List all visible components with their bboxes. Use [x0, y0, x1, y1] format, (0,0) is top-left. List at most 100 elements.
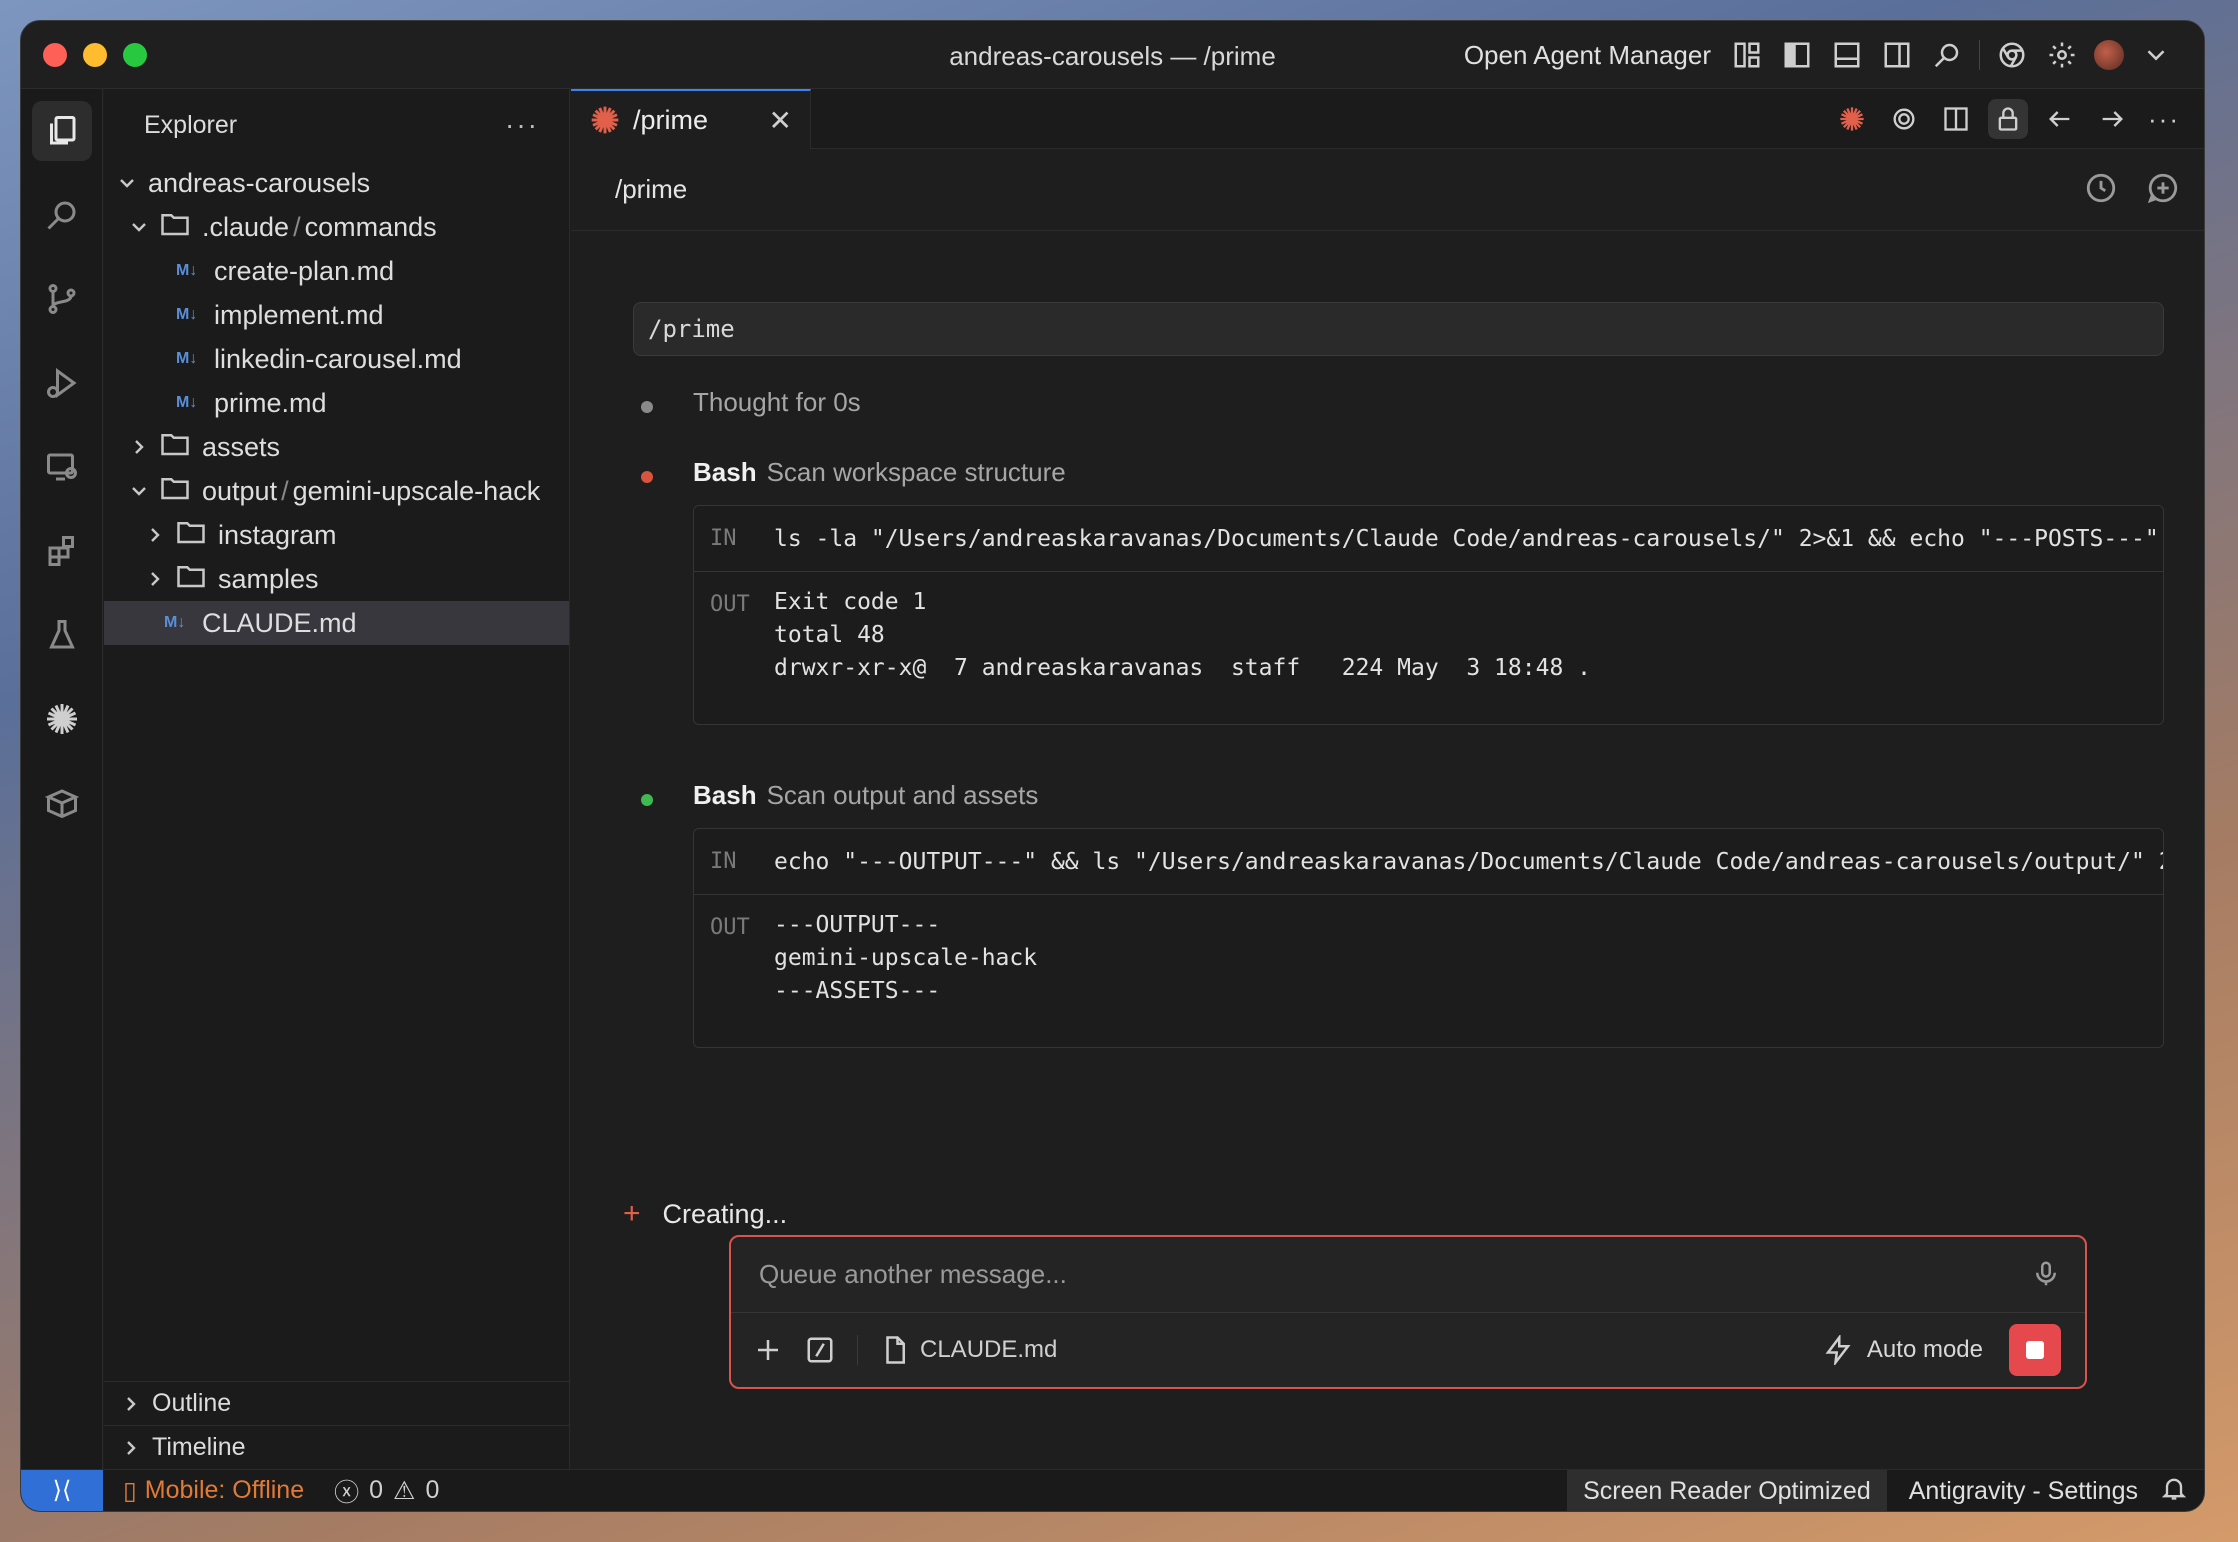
more-actions-icon[interactable]: ··· — [2144, 99, 2184, 139]
tree-file[interactable]: M↓ prime.md — [104, 381, 569, 425]
file-label: prime.md — [214, 387, 327, 418]
file-label: CLAUDE.md — [202, 607, 357, 638]
tree-root[interactable]: andreas-carousels — [104, 161, 569, 205]
title-bar: andreas-carousels — /prime Open Agent Ma… — [21, 21, 2204, 89]
tree-folder[interactable]: samples — [104, 557, 569, 601]
explorer-more-button[interactable]: ··· — [505, 109, 539, 141]
microphone-icon[interactable] — [2031, 1259, 2061, 1296]
tree-folder[interactable]: output / gemini-upscale-hack — [104, 469, 569, 513]
mobile-status[interactable]: ▯ Mobile: Offline — [123, 1476, 304, 1506]
stop-button[interactable] — [2009, 1324, 2061, 1376]
arrow-left-icon[interactable] — [2040, 99, 2080, 139]
thought-step: Thought for 0s — [611, 387, 2164, 427]
folder-label: samples — [218, 563, 319, 594]
markdown-icon: M↓ — [176, 306, 198, 323]
remote-indicator[interactable]: ⟩⟨ — [21, 1469, 103, 1511]
status-text: Creating... — [662, 1198, 788, 1229]
tool-input: IN ls -la "/Users/andreaskaravanas/Docum… — [694, 506, 2163, 572]
tool-input: IN echo "---OUTPUT---" && ls "/Users/and… — [694, 829, 2163, 895]
tree-file[interactable]: M↓ implement.md — [104, 293, 569, 337]
chevron-down-icon — [112, 173, 142, 193]
thought-label[interactable]: Thought for 0s — [693, 387, 861, 418]
status-dot — [641, 401, 653, 413]
explorer-activity-button[interactable] — [21, 89, 103, 173]
toggle-panel-icon[interactable] — [1829, 37, 1865, 73]
spinner-icon: + — [623, 1197, 641, 1230]
chevron-down-icon[interactable] — [2138, 37, 2174, 73]
toggle-secondary-sidebar-icon[interactable] — [1879, 37, 1915, 73]
slash-command-icon[interactable] — [805, 1335, 835, 1365]
new-chat-icon[interactable] — [2146, 171, 2180, 205]
extensions-activity-button[interactable] — [21, 509, 103, 593]
claude-activity-button[interactable] — [21, 677, 103, 761]
claude-burst-icon — [591, 106, 619, 134]
folder-assets-icon — [160, 431, 190, 464]
toggle-primary-sidebar-icon[interactable] — [1779, 37, 1815, 73]
explorer-header: Explorer ··· — [104, 89, 569, 161]
tool-header[interactable]: Bash Scan output and assets — [693, 780, 1038, 811]
tool-header[interactable]: Bash Scan workspace structure — [693, 457, 1066, 488]
run-debug-activity-button[interactable] — [21, 341, 103, 425]
package-activity-button[interactable] — [21, 761, 103, 845]
chevron-right-icon — [124, 437, 154, 457]
root-folder-label: andreas-carousels — [148, 167, 371, 198]
chevron-down-icon — [124, 217, 154, 237]
search-icon[interactable] — [1929, 37, 1965, 73]
tree-folder[interactable]: instagram — [104, 513, 569, 557]
file-label: implement.md — [214, 299, 384, 330]
chrome-icon[interactable] — [1994, 37, 2030, 73]
settings-gear-icon[interactable] — [2044, 37, 2080, 73]
tree-file-selected[interactable]: M↓ CLAUDE.md — [104, 601, 569, 645]
stop-icon — [2026, 1341, 2044, 1359]
notifications-bell-icon[interactable] — [2160, 1474, 2204, 1509]
chat-input-box: Queue another message... CLAUDE.md Auto … — [729, 1235, 2087, 1389]
title-actions: Open Agent Manager — [1464, 35, 2174, 75]
tool-step: Bash Scan output and assets IN echo "---O… — [611, 780, 2164, 1100]
claude-burst-icon — [47, 704, 77, 734]
close-tab-icon[interactable]: ✕ — [769, 104, 792, 137]
folder-icon — [176, 519, 206, 552]
command-text: ls -la "/Users/andreaskaravanas/Document… — [774, 525, 2163, 552]
error-count: 0 — [369, 1476, 384, 1504]
add-icon[interactable] — [753, 1335, 783, 1365]
remote-explorer-activity-button[interactable] — [21, 425, 103, 509]
package-icon — [44, 789, 80, 819]
openai-icon[interactable] — [1884, 99, 1924, 139]
message-input[interactable]: Queue another message... — [731, 1237, 2085, 1313]
lock-icon[interactable] — [1988, 99, 2028, 139]
command-text: echo "---OUTPUT---" && ls "/Users/andrea… — [774, 848, 2163, 875]
open-agent-manager-button[interactable]: Open Agent Manager — [1464, 40, 1711, 71]
testing-activity-button[interactable] — [21, 593, 103, 677]
remote-explorer-icon — [47, 453, 77, 481]
tool-desc: Scan output and assets — [766, 780, 1039, 810]
screen-reader-status[interactable]: Screen Reader Optimized — [1567, 1470, 1887, 1511]
file-label: create-plan.md — [214, 255, 395, 286]
tool-name: Bash — [693, 780, 757, 810]
arrow-right-icon[interactable] — [2092, 99, 2132, 139]
source-control-activity-button[interactable] — [21, 257, 103, 341]
history-clock-icon[interactable] — [2084, 171, 2118, 205]
tree-folder[interactable]: .claude / commands — [104, 205, 569, 249]
account-avatar[interactable] — [2094, 40, 2124, 70]
tree-file[interactable]: M↓ create-plan.md — [104, 249, 569, 293]
outline-section[interactable]: Outline — [104, 1381, 569, 1425]
search-activity-button[interactable] — [21, 173, 103, 257]
customize-layout-icon[interactable] — [1729, 37, 1765, 73]
outline-label: Outline — [152, 1389, 232, 1417]
chevron-right-icon — [116, 1394, 146, 1414]
tool-step: Bash Scan workspace structure IN ls -la "… — [611, 457, 2164, 777]
attached-file-chip[interactable]: CLAUDE.md — [857, 1335, 1057, 1365]
mobile-status-label: Mobile: Offline — [144, 1476, 305, 1504]
timeline-section[interactable]: Timeline — [104, 1425, 569, 1469]
chat-toolbar-right: Auto mode — [1823, 1324, 2061, 1376]
tree-folder[interactable]: assets — [104, 425, 569, 469]
tab-prime[interactable]: /prime ✕ — [571, 89, 811, 149]
claude-burst-icon[interactable] — [1832, 99, 1872, 139]
settings-status[interactable]: Antigravity - Settings — [1887, 1477, 2160, 1506]
chat-toolbar: CLAUDE.md Auto mode — [731, 1313, 2085, 1387]
problems-indicator[interactable]: ⓧ 0 ⚠ 0 — [334, 1473, 439, 1509]
tree-file[interactable]: M↓ linkedin-carousel.md — [104, 337, 569, 381]
message-placeholder: Queue another message... — [759, 1259, 1067, 1289]
split-editor-icon[interactable] — [1936, 99, 1976, 139]
mode-selector[interactable]: Auto mode — [1867, 1336, 1983, 1364]
